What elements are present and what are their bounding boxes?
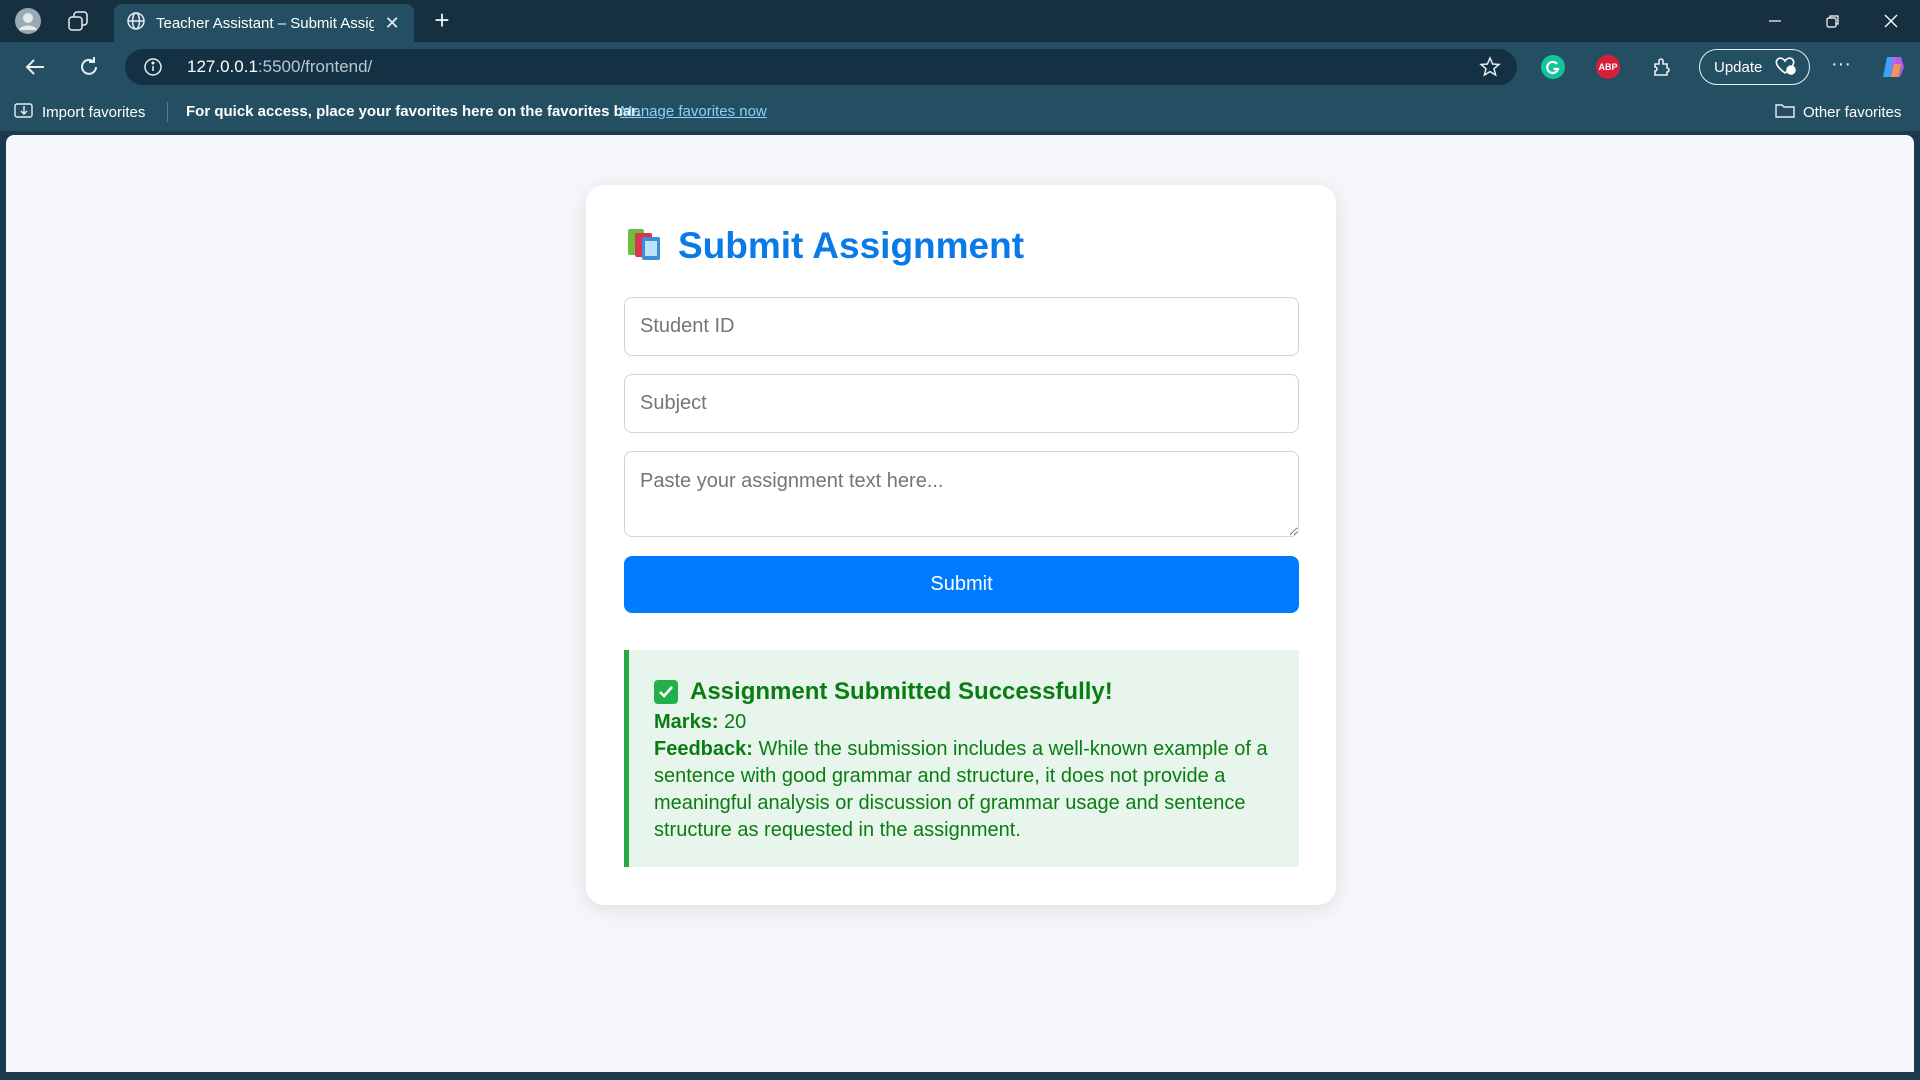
subject-input[interactable] (624, 374, 1299, 433)
favorite-star-icon[interactable] (1479, 56, 1501, 78)
checkmark-icon (654, 679, 678, 704)
assignment-textarea[interactable] (624, 451, 1299, 537)
globe-icon (126, 11, 146, 36)
other-favorites-label: Other favorites (1803, 103, 1902, 121)
close-window-icon[interactable] (1862, 0, 1920, 42)
title-bar: Teacher Assistant – Submit Assignment ✕ … (0, 0, 1920, 42)
import-favorites-label: Import favorites (42, 103, 146, 121)
feedback-line: Feedback: While the submission includes … (654, 736, 1272, 844)
url-path: :5500/frontend/ (257, 57, 373, 76)
back-arrow-icon[interactable] (20, 52, 50, 82)
address-bar[interactable]: 127.0.0.1:5500/frontend/ (125, 49, 1517, 85)
workspaces-icon[interactable] (64, 7, 92, 35)
other-favorites-button[interactable]: Other favorites (1775, 101, 1901, 123)
page-heading: Submit Assignment (626, 225, 1024, 267)
site-info-icon[interactable] (143, 57, 163, 77)
books-icon (626, 226, 664, 267)
extensions-puzzle-icon[interactable] (1650, 55, 1674, 79)
student-id-input[interactable] (624, 297, 1299, 356)
update-label: Update (1714, 58, 1763, 76)
marks-line: Marks: 20 (654, 709, 1272, 736)
marks-label: Marks: (654, 711, 719, 733)
feedback-label: Feedback: (654, 738, 753, 760)
result-title: Assignment Submitted Successfully! (690, 678, 1113, 705)
submit-button[interactable]: Submit (624, 556, 1299, 613)
folder-icon (1775, 101, 1795, 123)
update-button[interactable]: Update (1699, 49, 1810, 85)
profile-avatar-icon[interactable] (14, 7, 42, 35)
minimize-icon[interactable] (1746, 0, 1804, 42)
adblock-plus-icon[interactable]: ABP (1596, 55, 1620, 79)
refresh-icon[interactable] (74, 52, 104, 82)
url-host: 127.0.0.1 (187, 57, 258, 76)
result-heading: Assignment Submitted Successfully! (654, 678, 1272, 705)
page-title: Submit Assignment (678, 225, 1025, 266)
marks-value: 20 (724, 711, 747, 733)
submission-result: Assignment Submitted Successfully! Marks… (624, 650, 1299, 867)
page-viewport: Submit Assignment Submit Assignment Subm… (6, 135, 1914, 1072)
browser-tab-active[interactable]: Teacher Assistant – Submit Assignment ✕ (114, 4, 414, 42)
tab-close-icon[interactable]: ✕ (382, 13, 402, 34)
copilot-icon[interactable] (1880, 54, 1906, 80)
import-favorites-icon (14, 101, 34, 123)
tab-title: Teacher Assistant – Submit Assignment (156, 14, 375, 32)
grammarly-icon[interactable] (1541, 55, 1565, 79)
manage-favorites-link[interactable]: Manage favorites now (620, 103, 767, 120)
favorites-divider (167, 102, 168, 122)
restore-icon[interactable] (1804, 0, 1862, 42)
assignment-card: Submit Assignment Submit Assignment Subm… (586, 185, 1336, 905)
url-text[interactable]: 127.0.0.1:5500/frontend/ (187, 57, 372, 77)
browser-toolbar: 127.0.0.1:5500/frontend/ ABP Update ··· (0, 42, 1920, 92)
new-tab-button[interactable]: + (428, 7, 456, 35)
import-favorites-button[interactable]: Import favorites (14, 101, 145, 123)
more-options-icon[interactable]: ··· (1826, 52, 1856, 82)
update-heart-icon (1774, 55, 1797, 79)
favorites-bar: Import favorites For quick access, place… (0, 92, 1920, 132)
favorites-hint-text: For quick access, place your favorites h… (186, 103, 641, 120)
